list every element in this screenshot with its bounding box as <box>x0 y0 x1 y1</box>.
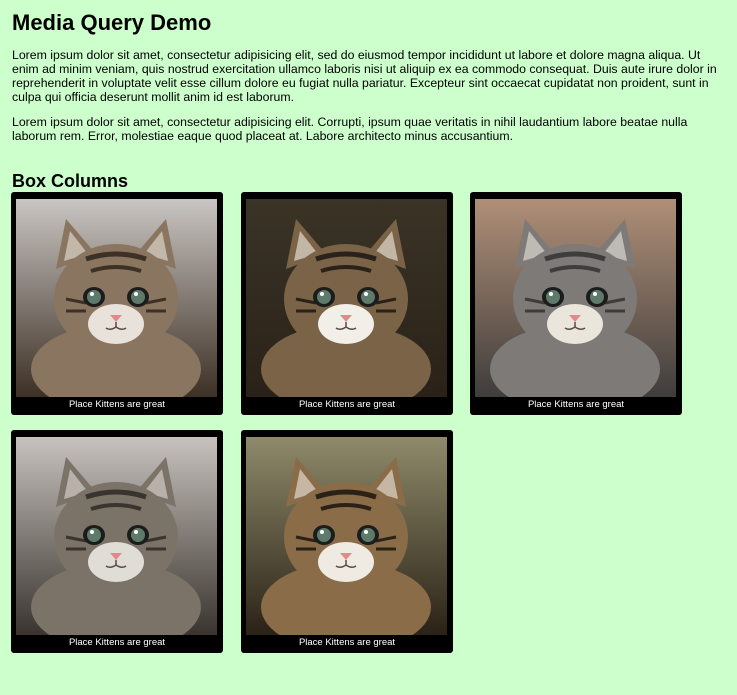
kitten-caption: Place Kittens are great <box>68 637 166 648</box>
kitten-caption: Place Kittens are great <box>527 399 625 410</box>
section-heading: Box Columns <box>12 171 129 191</box>
intro-paragraph-2: Lorem ipsum dolor sit amet, consectetur … <box>12 115 688 143</box>
page-title: Media Query Demo <box>12 10 212 35</box>
kitten-caption: Place Kittens are great <box>68 399 166 410</box>
intro-paragraph-1: Lorem ipsum dolor sit amet, consectetur … <box>12 48 717 104</box>
kitten-card: Place Kittens are great <box>470 192 682 415</box>
kitten-card: Place Kittens are great <box>241 430 453 653</box>
kitten-photo <box>246 437 447 635</box>
kitten-photo <box>16 437 217 635</box>
kitten-photo <box>246 199 447 397</box>
kitten-card: Place Kittens are great <box>11 430 223 653</box>
page: Media Query Demo Lorem ipsum dolor sit a… <box>11 10 722 653</box>
kitten-caption: Place Kittens are great <box>298 637 396 648</box>
kitten-photo <box>16 199 217 397</box>
kitten-caption: Place Kittens are great <box>298 399 396 410</box>
kitten-card: Place Kittens are great <box>11 192 223 415</box>
kitten-card: Place Kittens are great <box>241 192 453 415</box>
kitten-photo <box>475 199 676 397</box>
